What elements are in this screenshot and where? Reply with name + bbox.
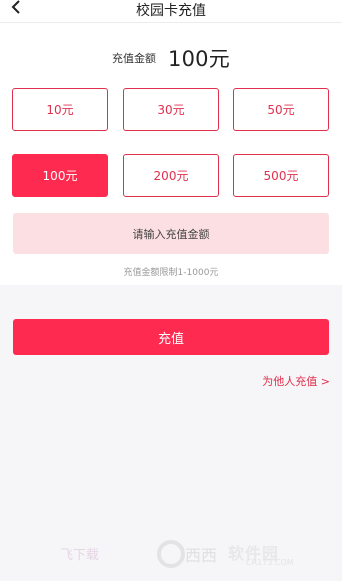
custom-amount-input[interactable]: 请输入充值金额 bbox=[13, 213, 329, 254]
watermark-site: CR173.COM bbox=[246, 558, 294, 567]
amount-limit-hint: 充值金额限制1-1000元 bbox=[123, 268, 219, 278]
amount-option-100[interactable]: 100元 bbox=[12, 154, 108, 197]
amount-option-30[interactable]: 30元 bbox=[123, 88, 219, 131]
amount-value: 100元 bbox=[168, 47, 230, 71]
recharge-for-others-link[interactable]: 为他人充值 > bbox=[262, 373, 330, 389]
recharge-button[interactable]: 充值 bbox=[13, 319, 329, 355]
recharge-panel: 充值金额 100元 10元 30元 50元 100元 200元 500元 请输入… bbox=[0, 23, 342, 285]
top-navigation-bar: 校园卡充值 bbox=[0, 0, 342, 23]
amount-option-50[interactable]: 50元 bbox=[233, 88, 329, 131]
svg-text:西西: 西西 bbox=[185, 546, 217, 565]
amount-option-500[interactable]: 500元 bbox=[233, 154, 329, 197]
watermark-logo-icon: 西西 bbox=[157, 540, 217, 568]
amount-summary: 充值金额 100元 bbox=[0, 43, 342, 73]
watermark: 飞下载 西西 软件园 CR173.COM bbox=[60, 536, 340, 572]
page-title: 校园卡充值 bbox=[136, 3, 206, 19]
amount-label: 充值金额 bbox=[112, 52, 157, 65]
amount-option-10[interactable]: 10元 bbox=[12, 88, 108, 131]
amount-option-200[interactable]: 200元 bbox=[123, 154, 219, 197]
watermark-left-text: 飞下载 bbox=[60, 548, 100, 563]
